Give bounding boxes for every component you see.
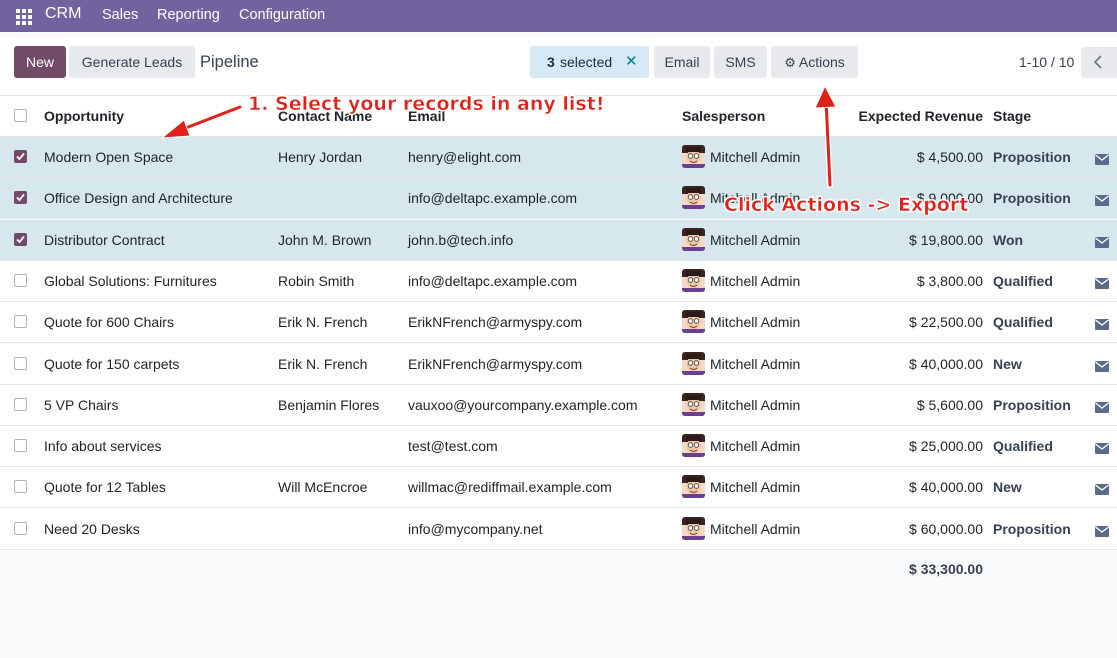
annotation-select-records: 1. Select your records in any list! <box>248 93 605 116</box>
arrow-to-opportunity-head <box>160 119 191 139</box>
arrow-to-actions-head <box>814 84 837 109</box>
annotation-click-actions: Click Actions -> Export <box>724 194 969 217</box>
